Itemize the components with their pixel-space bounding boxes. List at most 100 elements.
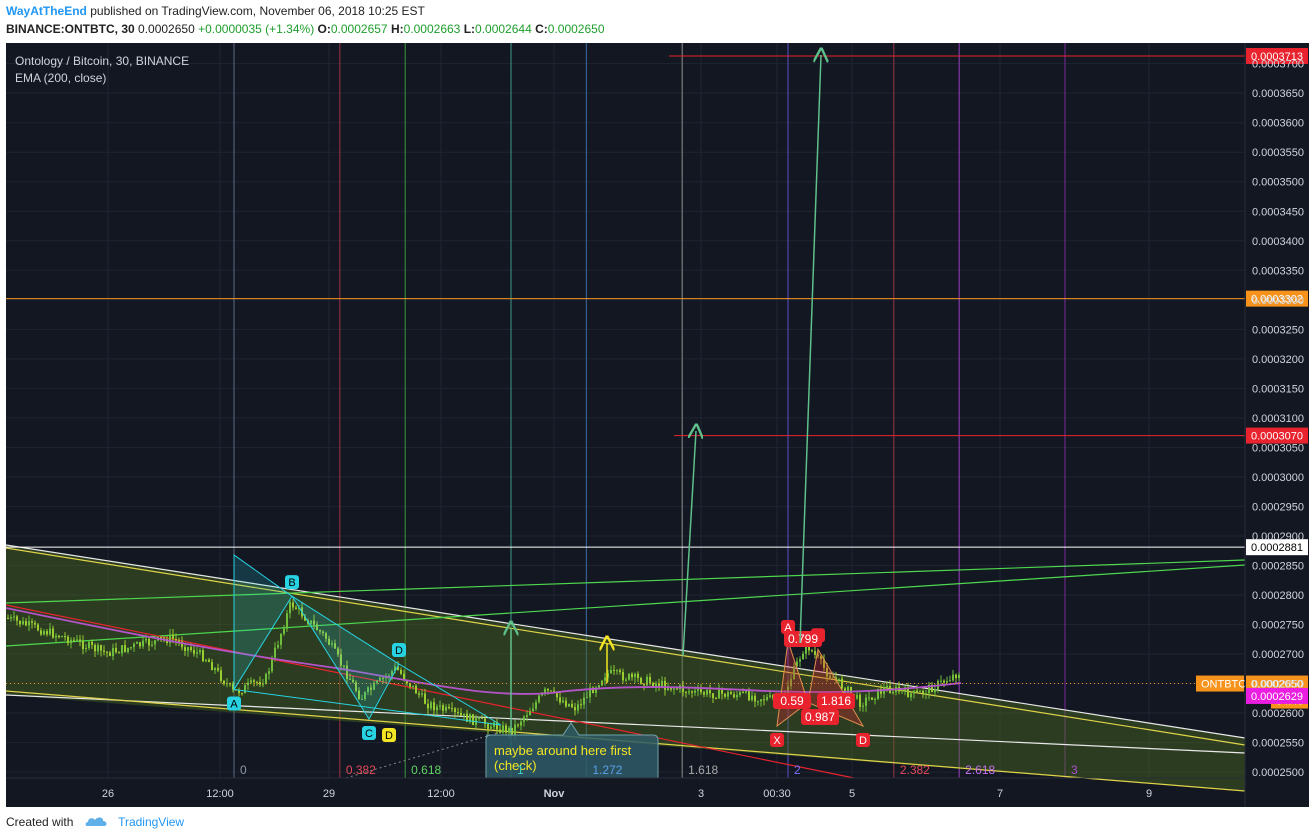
price-level-tag-text: 0.0003070: [1251, 431, 1303, 443]
candle-body: [136, 642, 138, 644]
author-name[interactable]: WayAtTheEnd: [6, 4, 87, 18]
chart-title: Ontology / Bitcoin, 30, BINANCE: [15, 54, 189, 68]
y-tick-label: 0.0002700: [1252, 649, 1304, 661]
candle-body: [625, 679, 627, 681]
y-tick-label: 0.0003550: [1252, 147, 1304, 159]
candle-body: [631, 673, 633, 678]
candle-body: [901, 690, 903, 692]
candle-body: [436, 706, 438, 711]
candle-body: [688, 691, 690, 693]
candle-body: [562, 700, 564, 703]
y-tick-label: 0.0003300: [1252, 295, 1304, 307]
candle-body: [472, 714, 474, 725]
price-chart[interactable]: 0.00037130.00033020.00030700.0002881ONTB…: [6, 43, 1309, 807]
candle-body: [172, 634, 174, 640]
y-tick-label: 0.0002550: [1252, 738, 1304, 750]
cyan-point-label: A: [230, 698, 238, 710]
candle-body: [184, 647, 186, 651]
candle-body: [433, 702, 435, 711]
candle-body: [736, 695, 738, 698]
candle-body: [529, 711, 531, 716]
ratio-label: 0.987: [805, 710, 835, 724]
candle-body: [514, 724, 516, 735]
y-tick-label: 0.0003450: [1252, 206, 1304, 218]
candle-body: [538, 695, 540, 703]
candle-body: [760, 699, 762, 702]
candle-body: [481, 717, 483, 719]
candle-body: [289, 602, 291, 614]
candle-body: [610, 669, 612, 674]
candle-body: [811, 650, 813, 652]
candle-body: [532, 708, 534, 712]
candle-body: [550, 690, 552, 692]
candle-body: [673, 688, 675, 690]
candle-body: [604, 677, 606, 681]
candle-body: [454, 708, 456, 713]
low-label: L:: [463, 22, 476, 36]
candle-body: [250, 680, 252, 683]
candle-body: [67, 636, 69, 644]
candle-body: [628, 673, 630, 680]
y-tick-label: 0.0003350: [1252, 265, 1304, 277]
candle-body: [487, 724, 489, 729]
candle-body: [82, 640, 84, 650]
callout-text-line-2: (check): [494, 758, 537, 773]
candle-body: [739, 692, 741, 696]
candle-body: [697, 689, 699, 691]
y-tick-label: 0.0003250: [1252, 324, 1304, 336]
cyan-point-label: C: [365, 728, 373, 740]
candle-body: [871, 697, 873, 700]
ratio-label: 0.59: [780, 694, 804, 708]
candle-body: [649, 676, 651, 683]
close-label: C:: [535, 22, 548, 36]
x-tick-label: 3: [698, 788, 704, 800]
fib-time-label: 0.618: [411, 763, 441, 777]
candle-body: [112, 647, 114, 657]
candle-body: [955, 674, 957, 679]
y-tick-label: 0.0003700: [1252, 59, 1304, 71]
candle-body: [142, 640, 144, 647]
candle-body: [199, 650, 201, 653]
tradingview-link[interactable]: TradingView: [118, 815, 184, 829]
candle-body: [763, 699, 765, 701]
candle-body: [559, 697, 561, 703]
candle-body: [958, 674, 960, 679]
candle-body: [106, 651, 108, 653]
candle-body: [553, 690, 555, 692]
candle-body: [637, 673, 639, 678]
candle-body: [490, 726, 492, 729]
candle-body: [37, 624, 39, 631]
fib-time-label: 1.618: [688, 763, 718, 777]
x-tick-label: 26: [102, 788, 114, 800]
candle-body: [223, 680, 225, 684]
candle-body: [478, 717, 480, 719]
candle-body: [709, 690, 711, 694]
candle-body: [616, 670, 618, 672]
candle-body: [712, 693, 714, 698]
y-tick-label: 0.0002750: [1252, 620, 1304, 632]
candle-body: [547, 688, 549, 691]
candle-body: [241, 693, 243, 695]
candle-body: [676, 688, 678, 690]
candle-body: [691, 691, 693, 693]
candle-body: [220, 670, 222, 681]
candle-body: [445, 706, 447, 711]
x-tick-label: 12:00: [206, 788, 234, 800]
created-with-text: Created with: [6, 815, 74, 829]
fib-time-label: 1.272: [592, 763, 622, 777]
high-value: 0.0002663: [403, 22, 461, 36]
candle-body: [565, 700, 567, 707]
candle-body: [148, 638, 150, 646]
candle-body: [16, 616, 18, 621]
fib-time-label: 2.382: [900, 763, 930, 777]
candle-body: [574, 707, 576, 711]
candle-body: [202, 650, 204, 662]
candle-body: [244, 685, 246, 694]
candle-body: [256, 682, 258, 684]
publish-line: WayAtTheEnd published on TradingView.com…: [6, 4, 425, 18]
candle-body: [580, 704, 582, 706]
candle-body: [217, 668, 219, 671]
candle-body: [568, 703, 570, 707]
tradingview-cloud-icon: [85, 815, 109, 830]
candle-body: [274, 647, 276, 658]
